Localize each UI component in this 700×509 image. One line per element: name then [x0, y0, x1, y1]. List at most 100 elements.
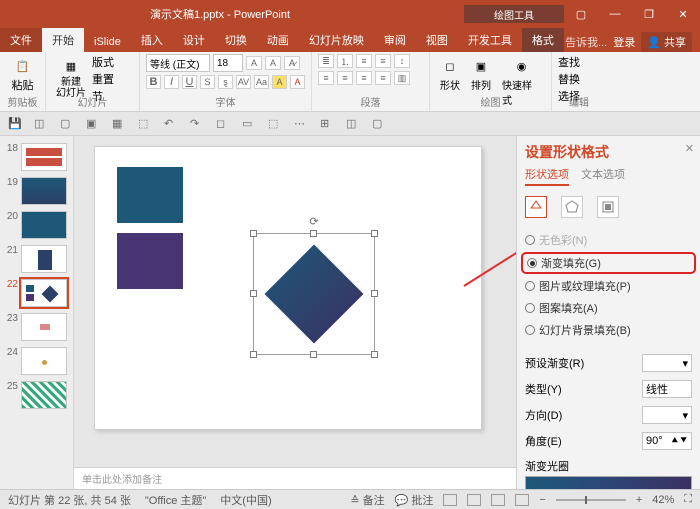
- tab-animations[interactable]: 动画: [257, 28, 299, 52]
- indent-dec-icon[interactable]: ≡: [356, 54, 372, 68]
- qat-icon-11[interactable]: ⬚: [268, 117, 282, 131]
- share-button[interactable]: 👤 共享: [641, 32, 692, 52]
- minimize-icon[interactable]: —: [598, 0, 632, 28]
- view-sorter-icon[interactable]: [467, 494, 481, 506]
- slide-thumb-24[interactable]: 24: [0, 344, 73, 378]
- status-comments[interactable]: 💬 批注: [395, 492, 434, 508]
- gradient-stops-bar[interactable]: [525, 476, 692, 489]
- slide-thumb-23[interactable]: 23: [0, 310, 73, 344]
- tab-text-options[interactable]: 文本选项: [581, 166, 625, 186]
- tab-transitions[interactable]: 切换: [215, 28, 257, 52]
- resize-handle[interactable]: [371, 290, 378, 297]
- highlight-icon[interactable]: A: [272, 75, 287, 89]
- rect-teal[interactable]: [117, 167, 183, 223]
- tab-format[interactable]: 格式: [522, 28, 564, 52]
- slide[interactable]: ⟳: [94, 146, 482, 430]
- zoom-level[interactable]: 42%: [652, 494, 674, 506]
- status-lang[interactable]: 中文(中国): [220, 492, 271, 508]
- case-icon[interactable]: Aa: [254, 75, 269, 89]
- align-center-icon[interactable]: ≡: [337, 71, 353, 85]
- undo-icon[interactable]: ↶: [164, 117, 178, 131]
- type-picker[interactable]: 线性: [642, 380, 692, 398]
- size-props-icon[interactable]: [597, 196, 619, 218]
- resize-handle[interactable]: [371, 230, 378, 237]
- tab-islide[interactable]: iSlide: [84, 32, 131, 52]
- bullets-icon[interactable]: ≣: [318, 54, 334, 68]
- line-spacing-icon[interactable]: ↕: [394, 54, 410, 68]
- tell-me[interactable]: 告诉我...: [565, 34, 607, 50]
- qat-icon-4[interactable]: ▣: [86, 117, 100, 131]
- fill-slide-bg[interactable]: 幻灯片背景填充(B): [525, 322, 692, 338]
- italic-icon[interactable]: I: [164, 75, 179, 89]
- slide-thumb-18[interactable]: 18: [0, 140, 73, 174]
- status-notes[interactable]: ≙ 备注: [350, 492, 384, 508]
- font-size[interactable]: 18: [213, 54, 243, 72]
- font-color-icon[interactable]: A: [290, 75, 305, 89]
- zoom-out-icon[interactable]: −: [539, 494, 545, 506]
- fill-picture[interactable]: 图片或纹理填充(P): [525, 278, 692, 294]
- slide-thumb-19[interactable]: 19: [0, 174, 73, 208]
- qat-icon-12[interactable]: ⋯: [294, 117, 308, 131]
- replace-button[interactable]: 替换: [558, 71, 600, 87]
- resize-handle[interactable]: [371, 351, 378, 358]
- slide-thumb-22[interactable]: 22: [0, 276, 73, 310]
- clear-format-icon[interactable]: A̷: [284, 56, 300, 70]
- tab-shape-options[interactable]: 形状选项: [525, 166, 569, 186]
- tab-design[interactable]: 设计: [173, 28, 215, 52]
- font-name[interactable]: 等线 (正文): [146, 54, 210, 72]
- ribbon-display-icon[interactable]: ▢: [564, 0, 598, 28]
- align-left-icon[interactable]: ≡: [318, 71, 334, 85]
- find-button[interactable]: 查找: [558, 54, 600, 70]
- resize-handle[interactable]: [250, 351, 257, 358]
- spacing-icon[interactable]: AV: [236, 75, 251, 89]
- fill-gradient[interactable]: 渐变填充(G): [521, 252, 696, 274]
- resize-handle[interactable]: [250, 290, 257, 297]
- underline-icon[interactable]: U: [182, 75, 197, 89]
- qat-icon-3[interactable]: ▢: [60, 117, 74, 131]
- tab-insert[interactable]: 插入: [131, 28, 173, 52]
- resize-handle[interactable]: [310, 230, 317, 237]
- shadow-icon[interactable]: ȿ: [218, 75, 233, 89]
- rotate-handle-icon[interactable]: ⟳: [309, 216, 319, 226]
- fill-line-icon[interactable]: [525, 196, 547, 218]
- effects-icon[interactable]: [561, 196, 583, 218]
- numbering-icon[interactable]: ⒈: [337, 54, 353, 68]
- resize-handle[interactable]: [250, 230, 257, 237]
- view-slideshow-icon[interactable]: [515, 494, 529, 506]
- slide-canvas[interactable]: ⟳: [74, 136, 516, 467]
- tab-slideshow[interactable]: 幻灯片放映: [299, 28, 374, 52]
- pane-close-icon[interactable]: ✕: [685, 142, 694, 155]
- paste-button[interactable]: 📋 粘贴: [6, 54, 39, 95]
- tab-review[interactable]: 审阅: [374, 28, 416, 52]
- direction-picker[interactable]: ▾: [642, 406, 692, 424]
- tab-file[interactable]: 文件: [0, 28, 42, 52]
- thumbnail-pane[interactable]: 18 19 20 21 22 23 24 25: [0, 136, 74, 489]
- rect-purple[interactable]: [117, 233, 183, 289]
- tab-home[interactable]: 开始: [42, 28, 84, 52]
- qat-icon-10[interactable]: ▭: [242, 117, 256, 131]
- align-right-icon[interactable]: ≡: [356, 71, 372, 85]
- tab-view[interactable]: 视图: [416, 28, 458, 52]
- zoom-slider[interactable]: [556, 499, 626, 501]
- redo-icon[interactable]: ↷: [190, 117, 204, 131]
- tab-developer[interactable]: 开发工具: [458, 28, 522, 52]
- slide-thumb-21[interactable]: 21: [0, 242, 73, 276]
- notes-pane[interactable]: 单击此处添加备注: [74, 467, 516, 489]
- indent-inc-icon[interactable]: ≡: [375, 54, 391, 68]
- close-icon[interactable]: ✕: [666, 0, 700, 28]
- fit-window-icon[interactable]: ⛶: [684, 493, 692, 506]
- fill-pattern[interactable]: 图案填充(A): [525, 300, 692, 316]
- angle-input[interactable]: 90°⯅⯆: [642, 432, 692, 450]
- bold-icon[interactable]: B: [146, 75, 161, 89]
- justify-icon[interactable]: ≡: [375, 71, 391, 85]
- qat-icon-13[interactable]: ⊞: [320, 117, 334, 131]
- zoom-in-icon[interactable]: +: [636, 494, 642, 506]
- preset-picker[interactable]: ▾: [642, 354, 692, 372]
- fill-none[interactable]: 无色彩(N): [525, 232, 692, 248]
- view-reading-icon[interactable]: [491, 494, 505, 506]
- resize-handle[interactable]: [310, 351, 317, 358]
- slide-thumb-20[interactable]: 20: [0, 208, 73, 242]
- qat-icon-14[interactable]: ◫: [346, 117, 360, 131]
- maximize-icon[interactable]: ❐: [632, 0, 666, 28]
- increase-font-icon[interactable]: A: [246, 56, 262, 70]
